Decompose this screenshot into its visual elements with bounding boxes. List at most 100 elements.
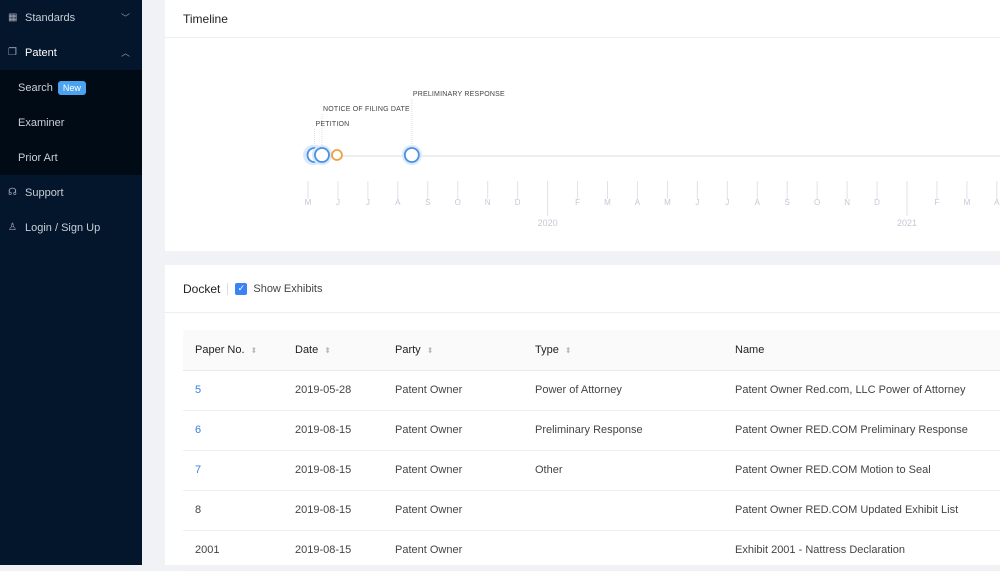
column-label: Party xyxy=(395,343,421,356)
paper-link[interactable]: 6 xyxy=(195,424,201,436)
table-cell: Patent Owner xyxy=(383,370,523,411)
timeline-title: Timeline xyxy=(165,0,1000,38)
sort-icon[interactable]: ⬍ xyxy=(251,346,258,355)
table-cell: 2019-05-28 xyxy=(283,370,383,411)
table-cell: Power of Attorney xyxy=(523,370,723,411)
show-exhibits-checkbox[interactable]: ✓ xyxy=(235,282,248,295)
paper-link[interactable]: 7 xyxy=(195,464,201,476)
sidebar: ▦ Standards ﹀ ❐ Patent ︿ Search New Examiner … xyxy=(0,0,142,565)
table-cell: 2001 xyxy=(183,530,283,571)
nav-standards[interactable]: ▦ Standards ﹀ xyxy=(0,0,142,35)
table-cell xyxy=(523,530,723,571)
table-row: 5 2019-05-28 Patent Owner Power of Attorney… xyxy=(183,370,1000,411)
table-cell: Patent Owner RED.COM Motion to Seal xyxy=(723,450,1000,491)
year-label: 2021 xyxy=(897,218,917,228)
table-cell: Patent Owner xyxy=(383,410,523,451)
column-header[interactable]: Type ⬍ xyxy=(523,330,723,371)
sort-icon[interactable]: ⬍ xyxy=(324,346,331,355)
divider xyxy=(227,282,229,295)
user-icon: ♙ xyxy=(8,222,17,233)
chevron-up-icon: ︿ xyxy=(120,48,130,58)
table-cell: Patent Owner xyxy=(383,490,523,531)
sort-icon[interactable]: ⬍ xyxy=(565,346,572,355)
year-label: 2020 xyxy=(538,218,558,228)
month-label: O xyxy=(814,198,820,207)
month-label: F xyxy=(935,198,940,207)
table-cell: 2019-08-15 xyxy=(283,530,383,571)
table-row: 7 2019-08-15 Patent Owner Other Patent Owner… xyxy=(183,450,1000,491)
month-label: F xyxy=(575,198,580,207)
table-cell: 6 xyxy=(183,410,283,451)
month-label: J xyxy=(695,198,699,207)
month-label: M xyxy=(964,198,971,207)
sort-icon[interactable]: ⬍ xyxy=(427,346,434,355)
table-cell: Exhibit 2001 - Nattress Declaration xyxy=(723,530,1000,571)
chevron-down-icon: ﹀ xyxy=(120,13,130,23)
table-cell: 2019-08-15 xyxy=(283,450,383,491)
new-badge: New xyxy=(57,80,86,95)
table-cell: Preliminary Response xyxy=(523,410,723,451)
patent-submenu: Search New Examiner Prior Art xyxy=(0,70,142,175)
month-label: A xyxy=(395,198,401,207)
table-row: 8 2019-08-15 Patent Owner Patent Owner RED.… xyxy=(183,490,1000,531)
table-cell: 2019-08-15 xyxy=(283,410,383,451)
table-cell: 8 xyxy=(183,490,283,531)
nav-search[interactable]: Search New xyxy=(0,70,142,105)
table-cell: 2019-08-15 xyxy=(283,490,383,531)
month-label: S xyxy=(425,198,430,207)
table-cell: Patent Owner RED.COM Updated Exhibit Lis… xyxy=(723,490,1000,531)
nav-examiner[interactable]: Examiner xyxy=(0,105,142,140)
month-label: M xyxy=(604,198,611,207)
month-label: D xyxy=(515,198,521,207)
column-label: Date xyxy=(295,343,319,356)
month-label: N xyxy=(485,198,491,207)
nav-login[interactable]: ♙ Login / Sign Up xyxy=(0,210,142,245)
table-row: 6 2019-08-15 Patent Owner Preliminary Respo… xyxy=(183,410,1000,451)
month-label: A xyxy=(994,198,1000,207)
column-label: Paper No. xyxy=(195,343,245,356)
event-label: PRELIMINARY RESPONSE xyxy=(413,91,505,98)
event-marker[interactable] xyxy=(403,147,420,163)
table-cell: Patent Owner RED.COM Preliminary Respons… xyxy=(723,410,1000,451)
column-header[interactable]: Name xyxy=(723,330,1000,371)
table-cell: Patent Owner xyxy=(383,450,523,491)
nav-prior-art[interactable]: Prior Art xyxy=(0,140,142,175)
table-cell: Patent Owner Red.com, LLC Power of Attor… xyxy=(723,370,1000,411)
month-label: A xyxy=(635,198,641,207)
show-exhibits-label[interactable]: Show Exhibits xyxy=(253,283,322,295)
month-label: S xyxy=(785,198,790,207)
column-header[interactable]: Date ⬍ xyxy=(283,330,383,371)
paper-link[interactable]: 5 xyxy=(195,384,201,396)
month-label: A xyxy=(755,198,761,207)
docket-card: Docket ✓ Show Exhibits Paper No. ⬍ Date ⬍ Pa… xyxy=(165,265,1000,571)
docket-table: Paper No. ⬍ Date ⬍ Party ⬍ Type ⬍ Name 5 2019-05-… xyxy=(183,330,1000,571)
grid-icon: ▦ xyxy=(8,12,18,23)
headset-icon: ☊ xyxy=(8,187,17,198)
month-label: J xyxy=(366,198,370,207)
timeline-card: Timeline M J J A S O N D F M A M J J A S O N D F M A 2020 2021 P… xyxy=(165,0,1000,251)
month-label: D xyxy=(874,198,880,207)
timeline-chart[interactable]: M J J A S O N D F M A M J J A S O N D F M A 2020 2021 PETITION NO… xyxy=(165,39,1000,251)
column-label: Name xyxy=(735,343,765,356)
month-label: N xyxy=(844,198,850,207)
column-header[interactable]: Party ⬍ xyxy=(383,330,523,371)
table-cell: Patent Owner xyxy=(383,530,523,571)
table-cell: 7 xyxy=(183,450,283,491)
event-marker[interactable] xyxy=(331,149,343,161)
month-label: J xyxy=(725,198,729,207)
event-marker[interactable] xyxy=(314,147,330,163)
nav-support[interactable]: ☊ Support xyxy=(0,175,142,210)
table-cell: Other xyxy=(523,450,723,491)
table-cell xyxy=(523,490,723,531)
docket-title: Docket xyxy=(183,281,221,296)
event-label: NOTICE OF FILING DATE xyxy=(323,106,410,113)
month-label: M xyxy=(305,198,312,207)
month-label: M xyxy=(664,198,671,207)
month-label: J xyxy=(336,198,340,207)
event-label: PETITION xyxy=(315,121,349,128)
nav-patent[interactable]: ❐ Patent ︿ xyxy=(0,35,142,70)
table-row: 2001 2019-08-15 Patent Owner Exhibit 2001 -… xyxy=(183,530,1000,571)
table-cell: 5 xyxy=(183,370,283,411)
folder-icon: ❐ xyxy=(8,47,17,58)
column-header[interactable]: Paper No. ⬍ xyxy=(183,330,283,371)
